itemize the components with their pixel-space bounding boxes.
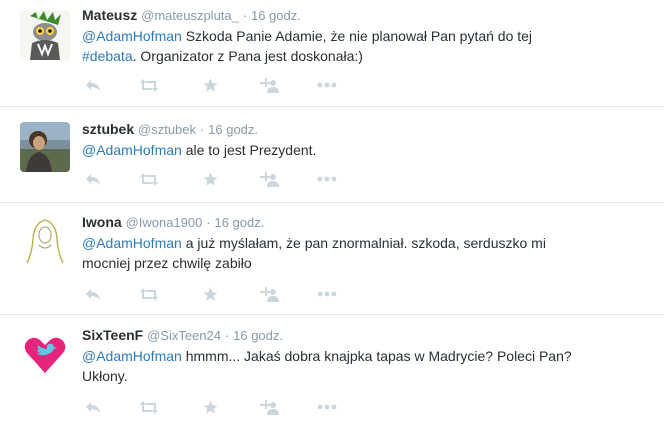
separator-dot: ·	[224, 328, 230, 343]
separator-dot: ·	[242, 8, 248, 23]
fullname[interactable]: Mateusz	[82, 7, 137, 23]
reply-button[interactable]	[82, 285, 104, 303]
fullname[interactable]: SixTeenF	[82, 327, 143, 343]
mention-link[interactable]: @AdamHofman	[82, 142, 182, 158]
timestamp[interactable]: 16 godz.	[251, 8, 301, 23]
retweet-button[interactable]	[138, 76, 160, 94]
reply-icon	[86, 79, 100, 91]
favorite-button[interactable]	[199, 170, 221, 188]
tweet-text: @AdamHofman a już myślałam, że pan znorm…	[82, 233, 642, 273]
tweet-actions	[82, 170, 362, 190]
reply-icon	[86, 288, 100, 300]
follow-button[interactable]	[258, 285, 280, 303]
hashtag-link[interactable]: #debata	[82, 48, 133, 64]
avatar[interactable]	[20, 122, 70, 172]
timestamp[interactable]: 16 godz.	[215, 215, 265, 230]
tweet-text: @AdamHofman Szkoda Panie Adamie, że nie …	[82, 26, 642, 66]
username[interactable]: @mateuszpluta_	[141, 8, 239, 23]
username[interactable]: @SixTeen24	[147, 328, 221, 343]
follow-icon	[260, 77, 279, 93]
more-button[interactable]	[316, 285, 338, 303]
follow-icon	[260, 286, 279, 302]
more-button[interactable]	[316, 170, 338, 188]
tweet-header: Iwona @Iwona1900 · 16 godz.	[82, 212, 264, 232]
mention-link[interactable]: @AdamHofman	[82, 235, 182, 251]
retweet-button[interactable]	[138, 170, 160, 188]
follow-icon	[260, 399, 279, 415]
more-icon	[317, 291, 337, 297]
cartoon-lemur-avatar-icon	[20, 10, 70, 60]
avatar[interactable]	[20, 10, 70, 60]
favorite-icon	[203, 287, 217, 301]
more-button[interactable]	[316, 398, 338, 416]
tweet-actions	[82, 76, 362, 96]
tweet-text: @AdamHofman hmmm... Jakaś dobra knajpka …	[82, 346, 642, 386]
reply-icon	[86, 401, 100, 413]
avatar[interactable]	[20, 329, 70, 379]
tweet-text: @AdamHofman ale to jest Prezydent.	[82, 140, 642, 160]
retweet-icon	[140, 78, 158, 92]
tweet-text-segment: hmmm... Jakaś dobra knajpka tapas w Madr…	[181, 348, 572, 364]
tweet-item[interactable]: Mateusz @mateuszpluta_ · 16 godz. @AdamH…	[0, 0, 664, 107]
tweet-actions	[82, 285, 362, 305]
mention-link[interactable]: @AdamHofman	[82, 348, 182, 364]
follow-icon	[260, 171, 279, 187]
follow-button[interactable]	[258, 76, 280, 94]
tweet-item[interactable]: Iwona @Iwona1900 · 16 godz. @AdamHofman …	[0, 203, 664, 315]
timestamp[interactable]: 16 godz.	[208, 122, 258, 137]
username[interactable]: @sztubek	[138, 122, 196, 137]
tweet-item[interactable]: SixTeenF @SixTeen24 · 16 godz. @AdamHofm…	[0, 315, 664, 425]
follow-button[interactable]	[258, 398, 280, 416]
follow-button[interactable]	[258, 170, 280, 188]
retweet-button[interactable]	[138, 285, 160, 303]
tweet-text-segment: Szkoda Panie Adamie, że nie planował Pan…	[181, 28, 533, 44]
fullname[interactable]: Iwona	[82, 214, 122, 230]
favorite-button[interactable]	[199, 285, 221, 303]
separator-dot: ·	[199, 122, 205, 137]
retweet-icon	[140, 287, 158, 301]
avatar[interactable]	[20, 215, 70, 265]
favorite-button[interactable]	[199, 398, 221, 416]
favorite-button[interactable]	[199, 76, 221, 94]
more-button[interactable]	[316, 76, 338, 94]
separator-dot: ·	[206, 215, 211, 230]
tweet-actions	[82, 398, 362, 418]
more-icon	[317, 82, 337, 88]
twitter-heart-avatar-icon	[20, 329, 70, 379]
favorite-icon	[203, 78, 217, 92]
reply-icon	[86, 173, 100, 185]
mention-link[interactable]: @AdamHofman	[82, 28, 182, 44]
fullname[interactable]: sztubek	[82, 121, 134, 137]
tweet-text-segment: a już myślałam, że pan znormalniał. szko…	[181, 235, 546, 251]
username[interactable]: @Iwona1900	[126, 215, 203, 230]
retweet-icon	[140, 400, 158, 414]
tweet-header: sztubek @sztubek · 16 godz.	[82, 119, 258, 139]
tweet-text-segment: mocniej przez chwilę zabiło	[82, 255, 252, 271]
timestamp[interactable]: 16 godz.	[233, 328, 283, 343]
tweet-text-segment: . Organizator z Pana jest doskonała:)	[132, 48, 363, 64]
photo-person-avatar-icon	[20, 122, 70, 172]
favorite-icon	[203, 400, 217, 414]
reply-button[interactable]	[82, 398, 104, 416]
tweet-text-segment: Ukłony.	[82, 368, 128, 384]
reply-button[interactable]	[82, 76, 104, 94]
favorite-icon	[203, 172, 217, 186]
tweet-item[interactable]: sztubek @sztubek · 16 godz. @AdamHofman …	[0, 107, 664, 203]
reply-button[interactable]	[82, 170, 104, 188]
tweet-text-segment: ale to jest Prezydent.	[181, 142, 317, 158]
more-icon	[317, 176, 337, 182]
tweet-header: Mateusz @mateuszpluta_ · 16 godz.	[82, 5, 301, 25]
madonna-sketch-avatar-icon	[20, 215, 70, 265]
more-icon	[317, 404, 337, 410]
tweet-header: SixTeenF @SixTeen24 · 16 godz.	[82, 325, 283, 345]
retweet-button[interactable]	[138, 398, 160, 416]
retweet-icon	[140, 172, 158, 186]
